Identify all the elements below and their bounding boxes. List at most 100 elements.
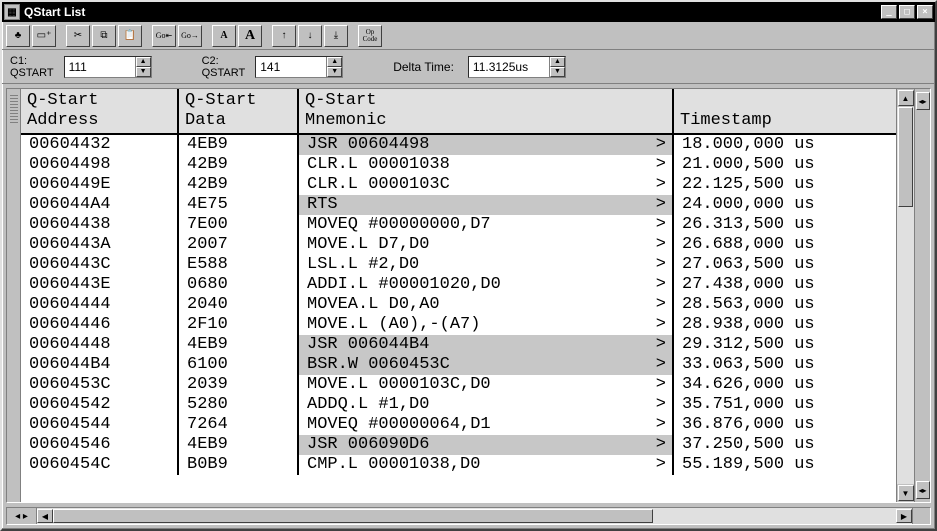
cell-timestamp: 21.000,500 us <box>674 155 896 175</box>
cell-mnemonic: MOVE.L 0000103C,D0> <box>299 375 674 395</box>
c1-input[interactable] <box>65 57 135 77</box>
cell-mnemonic: MOVE.L D7,D0> <box>299 235 674 255</box>
titlebar[interactable]: ▦ QStart List _ □ × <box>2 2 935 22</box>
c2-label: C2: <box>202 55 246 67</box>
maximize-button[interactable]: □ <box>899 5 915 19</box>
v-scroll-track[interactable] <box>897 107 914 484</box>
cell-address: 0060454C <box>21 455 179 475</box>
scroll-right-button[interactable]: ▶ <box>896 509 912 523</box>
scroll-down-button[interactable]: ▼ <box>898 485 914 501</box>
c2-spin-up[interactable]: ▲ <box>327 57 342 67</box>
table-row[interactable]: 006044387E00MOVEQ #00000000,D7>26.313,50… <box>21 215 896 235</box>
delta-spinner[interactable]: ▲ ▼ <box>468 56 566 78</box>
cell-mnemonic: RTS> <box>299 195 674 215</box>
table-row[interactable]: 0060443E0680ADDI.L #00001020,D0>27.438,0… <box>21 275 896 295</box>
table-row[interactable]: 0060443CE588LSL.L #2,D0>27.063,500 us <box>21 255 896 275</box>
app-window: ▦ QStart List _ □ × ♣ ▭⁺ ✂ ⧉ 📋 Go⇤ Go→ A… <box>0 0 937 531</box>
arrow-down-end-button[interactable]: ⤓ <box>324 25 348 47</box>
cell-data: 5280 <box>179 395 299 415</box>
c1-spin-down[interactable]: ▼ <box>136 67 151 77</box>
cell-address: 00604446 <box>21 315 179 335</box>
col-header-mnemonic[interactable]: Q-Start Mnemonic <box>299 89 674 133</box>
table-row[interactable]: 0060449842B9CLR.L 00001038>21.000,500 us <box>21 155 896 175</box>
close-button[interactable]: × <box>917 5 933 19</box>
c2-spin-down[interactable]: ▼ <box>327 67 342 77</box>
cell-mnemonic: MOVEQ #00000064,D1> <box>299 415 674 435</box>
scroll-up-button[interactable]: ▲ <box>898 90 914 106</box>
paste-button[interactable]: 📋 <box>118 25 142 47</box>
delta-spin-up[interactable]: ▲ <box>550 57 565 67</box>
cell-timestamp: 37.250,500 us <box>674 435 896 455</box>
cell-mnemonic: JSR 006044B4> <box>299 335 674 355</box>
cell-data: 42B9 <box>179 155 299 175</box>
table-row[interactable]: 0060454CB0B9CMP.L 00001038,D0>55.189,500… <box>21 455 896 475</box>
tree-button[interactable]: ♣ <box>6 25 30 47</box>
cell-mnemonic: JSR 00604498> <box>299 135 674 155</box>
horizontal-scrollbar[interactable]: ◀ ▶ <box>37 508 912 524</box>
cell-data: 7E00 <box>179 215 299 235</box>
copy-button[interactable]: ⧉ <box>92 25 116 47</box>
c1-label-group: C1: QSTART <box>10 55 54 79</box>
table-row[interactable]: 006044B46100BSR.W 0060453C>33.063,500 us <box>21 355 896 375</box>
c1-label: C1: <box>10 55 54 67</box>
vertical-scrollbar[interactable]: ▲ ▼ <box>896 89 914 502</box>
table-row[interactable]: 006044442040MOVEA.L D0,A0>28.563,000 us <box>21 295 896 315</box>
cell-address: 006044B4 <box>21 355 179 375</box>
v-scroll-thumb[interactable] <box>898 107 913 207</box>
left-splitter[interactable] <box>7 89 21 502</box>
side-gadget-top[interactable]: ◂▸ <box>916 92 930 110</box>
listing-body[interactable]: 006044324EB9JSR 00604498>18.000,000 us00… <box>21 135 896 502</box>
cut-button[interactable]: ✂ <box>66 25 90 47</box>
arrow-up-button[interactable]: ↑ <box>272 25 296 47</box>
h-scroll-thumb[interactable] <box>53 509 653 523</box>
new-button[interactable]: ▭⁺ <box>32 25 56 47</box>
table-row[interactable]: 006044462F10MOVE.L (A0),-(A7)>28.938,000… <box>21 315 896 335</box>
c2-input[interactable] <box>256 57 326 77</box>
delta-spin-down[interactable]: ▼ <box>550 67 565 77</box>
cell-mnemonic: MOVEQ #00000000,D7> <box>299 215 674 235</box>
tab-handle[interactable]: ◂ ▸ <box>7 508 37 524</box>
c1-spinner[interactable]: ▲ ▼ <box>64 56 152 78</box>
c1-spin-up[interactable]: ▲ <box>136 57 151 67</box>
arrow-down-button[interactable]: ↓ <box>298 25 322 47</box>
delta-input[interactable] <box>469 57 549 77</box>
cell-timestamp: 33.063,500 us <box>674 355 896 375</box>
side-gadget-bottom[interactable]: ◂▸ <box>916 481 930 499</box>
cell-timestamp: 36.876,000 us <box>674 415 896 435</box>
cell-address: 0060449E <box>21 175 179 195</box>
h-scroll-track[interactable] <box>53 508 896 524</box>
col-header-data[interactable]: Q-Start Data <box>179 89 299 133</box>
goto-start-button[interactable]: Go⇤ <box>152 25 176 47</box>
table-row[interactable]: 006044484EB9JSR 006044B4>29.312,500 us <box>21 335 896 355</box>
table-row[interactable]: 006045464EB9JSR 006090D6>37.250,500 us <box>21 435 896 455</box>
font-large-button[interactable]: A <box>238 25 262 47</box>
minimize-button[interactable]: _ <box>881 5 897 19</box>
opcode-button[interactable]: OpCode <box>358 25 382 47</box>
cell-data: 4EB9 <box>179 435 299 455</box>
cell-data: 4EB9 <box>179 335 299 355</box>
scroll-left-button[interactable]: ◀ <box>37 509 53 523</box>
cell-data: 2039 <box>179 375 299 395</box>
table-row[interactable]: 0060443A2007MOVE.L D7,D0>26.688,000 us <box>21 235 896 255</box>
col-header-address[interactable]: Q-Start Address <box>21 89 179 133</box>
font-small-button[interactable]: A <box>212 25 236 47</box>
cell-timestamp: 29.312,500 us <box>674 335 896 355</box>
cell-address: 0060443C <box>21 255 179 275</box>
table-row[interactable]: 006044A44E75RTS>24.000,000 us <box>21 195 896 215</box>
table-row[interactable]: 006044324EB9JSR 00604498>18.000,000 us <box>21 135 896 155</box>
table-row[interactable]: 006045425280ADDQ.L #1,D0>35.751,000 us <box>21 395 896 415</box>
cell-address: 0060443E <box>21 275 179 295</box>
col-header-timestamp[interactable]: Timestamp <box>674 89 896 133</box>
goto-button[interactable]: Go→ <box>178 25 202 47</box>
cell-timestamp: 27.063,500 us <box>674 255 896 275</box>
table-row[interactable]: 0060449E42B9CLR.L 0000103C>22.125,500 us <box>21 175 896 195</box>
c2-spinner[interactable]: ▲ ▼ <box>255 56 343 78</box>
system-menu-icon[interactable]: ▦ <box>4 4 20 20</box>
cell-address: 00604432 <box>21 135 179 155</box>
table-row[interactable]: 006045447264MOVEQ #00000064,D1>36.876,00… <box>21 415 896 435</box>
cell-address: 00604546 <box>21 435 179 455</box>
cell-data: 4E75 <box>179 195 299 215</box>
table-row[interactable]: 0060453C2039MOVE.L 0000103C,D0>34.626,00… <box>21 375 896 395</box>
cell-data: B0B9 <box>179 455 299 475</box>
cell-address: 00604438 <box>21 215 179 235</box>
